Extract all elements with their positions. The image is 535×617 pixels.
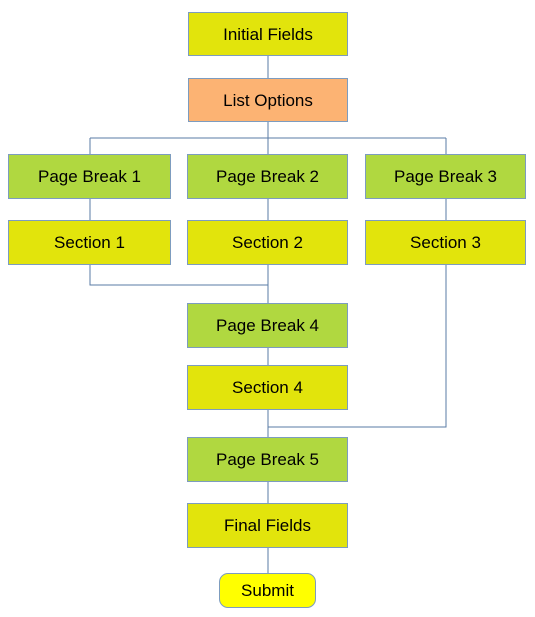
node-label-section_2: Section 2 [232,233,303,252]
node-label-submit: Submit [241,581,294,600]
node-label-section_1: Section 1 [54,233,125,252]
flowchart-diagram: Initial Fields List Options Page Break 1 Pa… [0,0,535,617]
node-label-final_fields: Final Fields [224,516,311,535]
node-section_2[interactable]: Section 2 [187,220,348,265]
node-page_break_1[interactable]: Page Break 1 [8,154,171,199]
node-label-page_break_4: Page Break 4 [215,316,319,335]
node-page_break_2[interactable]: Page Break 2 [187,154,348,199]
node-section_4[interactable]: Section 4 [187,365,348,410]
node-page_break_3[interactable]: Page Break 3 [365,154,526,199]
node-label-page_break_1: Page Break 1 [37,167,141,186]
node-initial_fields[interactable]: Initial Fields [188,12,348,56]
node-label-section_3: Section 3 [410,233,481,252]
node-label-section_4: Section 4 [232,378,303,397]
edge-section-1-to-page-break-4 [89,265,269,303]
node-section_3[interactable]: Section 3 [365,220,526,265]
node-page_break_4[interactable]: Page Break 4 [187,303,348,348]
node-submit[interactable]: Submit [219,573,316,608]
node-label-page_break_3: Page Break 3 [393,167,497,186]
node-label-page_break_2: Page Break 2 [215,167,319,186]
edge-section-3-to-page-break-5 [267,265,447,437]
node-label-list_options: List Options [223,90,313,110]
node-page_break_5[interactable]: Page Break 5 [187,437,348,482]
node-final_fields[interactable]: Final Fields [187,503,348,548]
node-section_1[interactable]: Section 1 [8,220,171,265]
node-label-initial_fields: Initial Fields [223,24,313,44]
node-label-page_break_5: Page Break 5 [215,450,319,469]
node-list_options[interactable]: List Options [188,78,348,122]
